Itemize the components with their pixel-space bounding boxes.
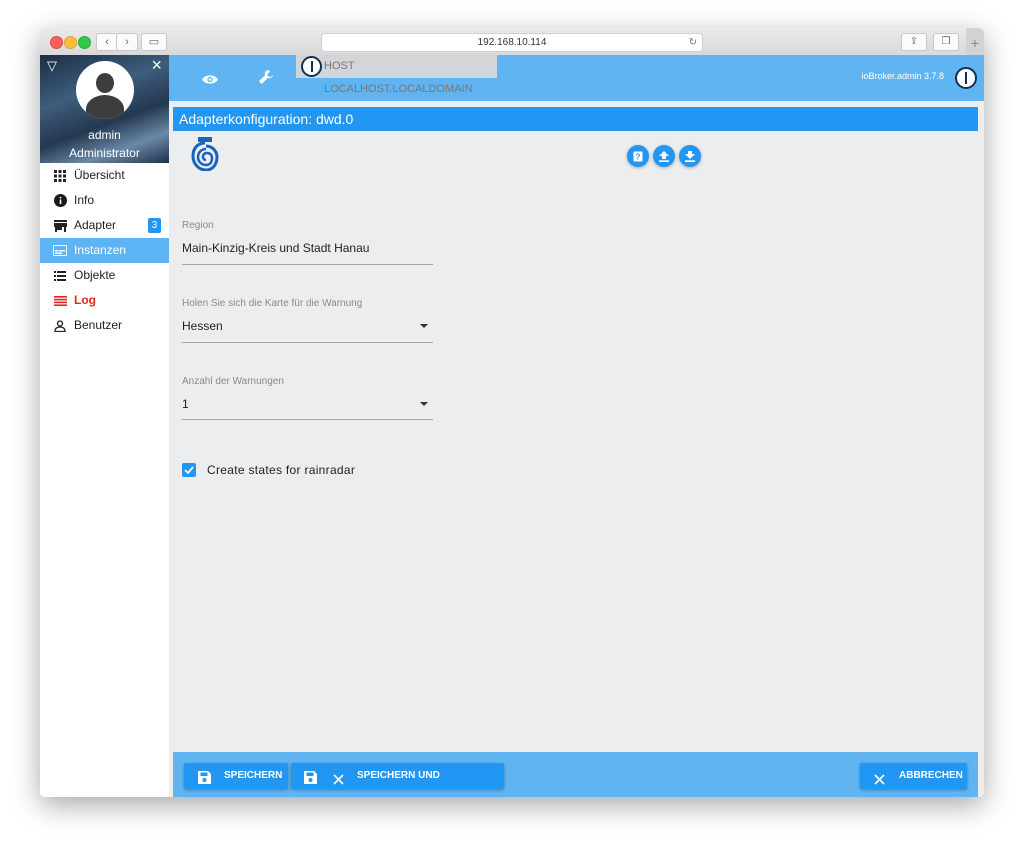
sidebar-item-label: Instanzen <box>74 243 127 257</box>
upload-button[interactable] <box>653 145 675 167</box>
save-and-close-button[interactable]: SPEICHERN UND SCHLIESSEN <box>291 763 504 797</box>
save-label: SPEICHERN <box>224 770 283 781</box>
sidebar-item-label: Benutzer <box>74 318 123 332</box>
version-label: ioBroker.admin 3.7.8 <box>861 71 944 81</box>
footer-bar: SPEICHERN SPEICHERN UND SCHLIESSEN ABBRE… <box>173 752 978 797</box>
count-label: Anzahl der Warnungen <box>182 376 284 387</box>
tabs-overview-icon[interactable]: ❐ <box>933 33 959 51</box>
rainradar-checkbox[interactable] <box>182 463 196 477</box>
url-bar[interactable]: 192.168.10.114 ↻ <box>321 33 703 52</box>
region-underline <box>182 264 433 265</box>
sidebar-toggle-icon[interactable]: ▭ <box>141 33 167 51</box>
chevron-down-icon[interactable] <box>420 324 428 328</box>
back-button[interactable]: ‹ <box>96 33 118 51</box>
sidebar-item-instanzen[interactable]: Instanzen <box>40 238 169 263</box>
info-icon <box>53 188 67 213</box>
download-button[interactable] <box>679 145 701 167</box>
user-icon <box>53 313 67 338</box>
close-icon <box>874 770 885 796</box>
apps-grid-icon <box>53 163 67 188</box>
reload-icon[interactable]: ↻ <box>689 34 697 51</box>
host-label: HOST LOCALHOST.LOCALDOMAIN <box>324 60 473 95</box>
sidebar-item-objekte[interactable]: Objekte <box>40 263 169 288</box>
logo-triangle-icon: ▽ <box>47 58 57 73</box>
sidebar-item-label: Log <box>74 293 96 307</box>
sidebar-item-label: Info <box>74 193 95 207</box>
map-underline <box>182 342 433 343</box>
adapter-count-badge: 3 <box>148 218 161 233</box>
url-text: 192.168.10.114 <box>477 37 547 48</box>
sidebar-item-uebersicht[interactable]: Übersicht <box>40 163 169 188</box>
chevron-down-icon[interactable] <box>420 402 428 406</box>
browser-titlebar: ‹ › ▭ 192.168.10.114 ↻ ⇪ ❐ + <box>40 28 984 56</box>
iobroker-logo-icon <box>955 67 977 89</box>
floppy-disk-icon <box>198 769 211 795</box>
minimize-window-button[interactable] <box>64 36 77 49</box>
count-select[interactable]: 1 <box>182 397 189 411</box>
browser-window: ‹ › ▭ 192.168.10.114 ↻ ⇪ ❐ + ▽ × admin A… <box>40 28 984 797</box>
host-selector[interactable]: HOST LOCALHOST.LOCALDOMAIN <box>296 55 497 95</box>
save-close-label: SPEICHERN UND SCHLIESSEN <box>357 770 440 797</box>
new-tab-button[interactable]: + <box>966 28 984 55</box>
sidebar-item-label: Objekte <box>74 268 116 282</box>
user-role: Administrator <box>69 146 140 160</box>
cancel-button[interactable]: ABBRECHEN <box>860 763 967 789</box>
main-area: HOST LOCALHOST.LOCALDOMAIN ioBroker.admi… <box>169 55 984 797</box>
log-lines-icon <box>53 288 67 313</box>
region-label: Region <box>182 220 214 231</box>
instances-icon <box>53 238 67 263</box>
close-sidebar-icon[interactable]: × <box>151 55 162 76</box>
floppy-disk-icon <box>304 769 317 795</box>
help-button[interactable]: ? <box>627 145 649 167</box>
sidebar-menu: Übersicht Info Adapter 3 Instanzen Objek… <box>40 163 169 338</box>
sidebar-item-label: Adapter <box>74 218 117 232</box>
share-icon[interactable]: ⇪ <box>901 33 927 51</box>
rainradar-label[interactable]: Create states for rainradar <box>207 463 355 477</box>
page-title: Adapterkonfiguration: dwd.0 <box>173 107 978 131</box>
close-window-button[interactable] <box>50 36 63 49</box>
list-icon <box>53 263 67 288</box>
dwd-adapter-logo-icon <box>191 137 219 172</box>
count-underline <box>182 419 433 420</box>
sidebar: ▽ × admin Administrator Übersicht Info A… <box>40 55 169 797</box>
save-button[interactable]: SPEICHERN <box>184 763 288 789</box>
eye-icon[interactable] <box>202 72 218 90</box>
avatar <box>76 61 134 119</box>
sidebar-item-label: Übersicht <box>74 168 125 182</box>
sidebar-item-info[interactable]: Info <box>40 188 169 213</box>
top-bar: HOST LOCALHOST.LOCALDOMAIN ioBroker.admi… <box>169 55 984 101</box>
store-icon <box>53 213 67 238</box>
close-icon <box>333 770 344 796</box>
sidebar-item-log[interactable]: Log <box>40 288 169 313</box>
region-input[interactable]: Main-Kinzig-Kreis und Stadt Hanau <box>182 241 369 255</box>
wrench-icon[interactable] <box>258 69 274 90</box>
map-select[interactable]: Hessen <box>182 319 223 333</box>
zoom-window-button[interactable] <box>78 36 91 49</box>
user-name: admin <box>88 128 121 142</box>
sidebar-item-adapter[interactable]: Adapter 3 <box>40 213 169 238</box>
profile-header: ▽ × admin Administrator <box>40 55 169 163</box>
forward-button[interactable]: › <box>116 33 138 51</box>
iobroker-host-icon <box>301 56 322 77</box>
svg-text:?: ? <box>636 152 641 161</box>
sidebar-item-benutzer[interactable]: Benutzer <box>40 313 169 338</box>
map-label: Holen Sie sich die Karte für die Warnung <box>182 298 363 309</box>
cancel-label: ABBRECHEN <box>899 770 963 781</box>
